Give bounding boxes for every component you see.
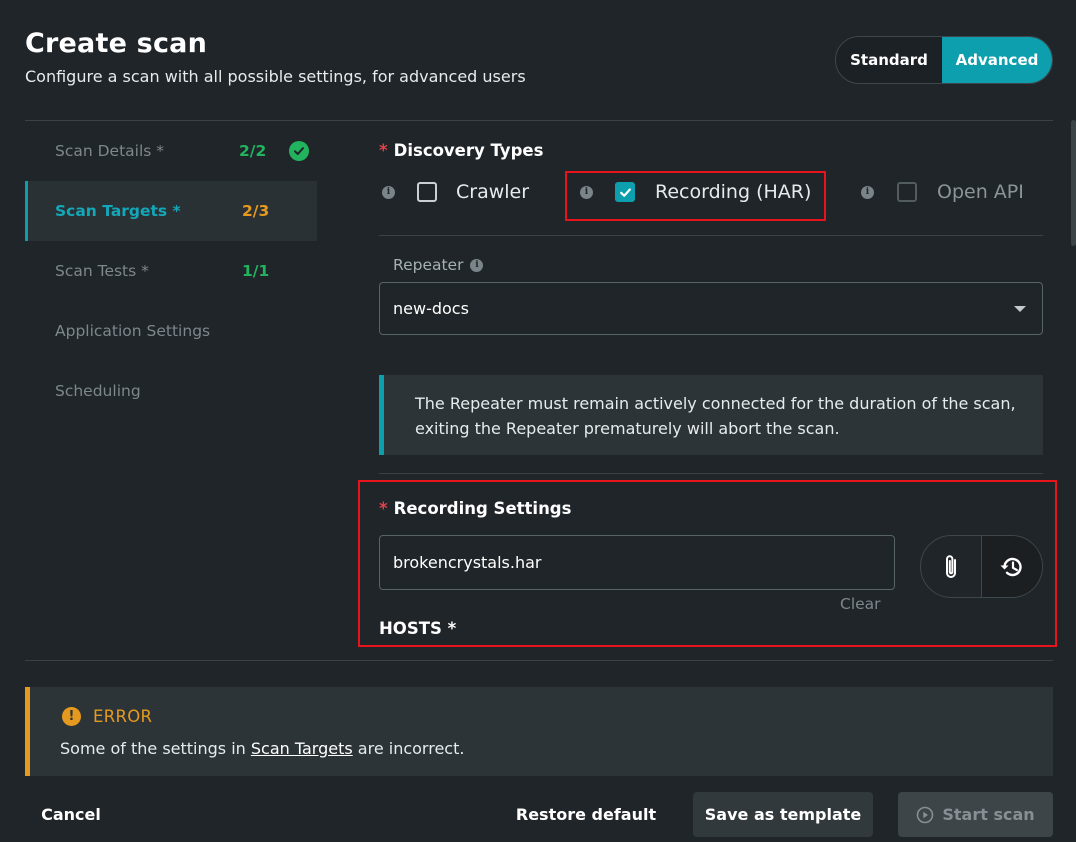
wizard-nav: Scan Details * 2/2 Scan Targets * 2/3 Sc… bbox=[25, 121, 317, 421]
info-icon[interactable]: i bbox=[861, 185, 874, 199]
save-as-template-button[interactable]: Save as template bbox=[693, 792, 873, 837]
check-circle-icon bbox=[289, 141, 309, 161]
recording-har-label[interactable]: Recording (HAR) bbox=[655, 181, 811, 203]
nav-item-scan-details[interactable]: Scan Details * 2/2 bbox=[25, 121, 317, 181]
nav-item-count: 2/2 bbox=[239, 142, 267, 160]
footer-divider bbox=[25, 660, 1053, 661]
nav-item-scan-tests[interactable]: Scan Tests * 1/1 bbox=[25, 241, 317, 301]
error-alert: ! ERROR Some of the settings in Scan Tar… bbox=[25, 687, 1053, 776]
info-icon[interactable]: i bbox=[470, 258, 484, 272]
start-scan-label: Start scan bbox=[942, 805, 1035, 824]
section-divider bbox=[379, 473, 1043, 474]
notice-line: exiting the Repeater prematurely will ab… bbox=[415, 419, 840, 438]
har-file-input[interactable]: brokencrystals.har bbox=[379, 535, 895, 590]
discovery-option-crawler: i Crawler bbox=[382, 181, 532, 203]
nav-item-scheduling[interactable]: Scheduling bbox=[25, 361, 317, 421]
nav-item-count: 2/3 bbox=[242, 202, 270, 220]
info-icon[interactable]: i bbox=[382, 185, 395, 199]
page-subtitle: Configure a scan with all possible setti… bbox=[25, 67, 526, 86]
standard-mode-button[interactable]: Standard bbox=[836, 37, 942, 83]
repeater-label: Repeater i bbox=[393, 256, 484, 274]
file-actions-group bbox=[920, 535, 1043, 598]
repeater-selected-value: new-docs bbox=[393, 299, 469, 318]
info-icon[interactable]: i bbox=[580, 185, 593, 199]
notice-line: The Repeater must remain actively connec… bbox=[415, 394, 1016, 413]
error-message: Some of the settings in Scan Targets are… bbox=[60, 739, 465, 758]
restore-default-button[interactable]: Restore default bbox=[506, 792, 666, 837]
nav-item-application-settings[interactable]: Application Settings bbox=[25, 301, 317, 361]
start-scan-button[interactable]: Start scan bbox=[898, 792, 1053, 837]
discovery-option-recording: i Recording (HAR) bbox=[580, 181, 811, 203]
mode-toggle: Standard Advanced bbox=[835, 36, 1053, 84]
attach-file-button[interactable] bbox=[921, 536, 981, 597]
scrollbar[interactable] bbox=[1071, 120, 1076, 246]
nav-item-count: 1/1 bbox=[242, 262, 270, 280]
advanced-mode-button[interactable]: Advanced bbox=[942, 37, 1052, 83]
exclamation-icon: ! bbox=[62, 707, 81, 726]
paperclip-icon bbox=[946, 554, 956, 578]
section-divider bbox=[379, 235, 1043, 236]
history-icon bbox=[1000, 557, 1022, 576]
nav-item-label: Scan Details * bbox=[55, 142, 165, 160]
nav-item-label: Scan Targets * bbox=[55, 202, 181, 220]
repeater-notice: The Repeater must remain actively connec… bbox=[379, 375, 1043, 455]
required-asterisk: * bbox=[379, 499, 388, 518]
nav-item-label: Scan Tests * bbox=[55, 262, 149, 280]
page-title: Create scan bbox=[25, 28, 207, 59]
nav-item-label: Scheduling bbox=[55, 382, 141, 400]
crawler-checkbox[interactable] bbox=[417, 182, 437, 202]
recording-settings-title: * Recording Settings bbox=[379, 499, 572, 518]
open-api-label: Open API bbox=[937, 181, 1024, 203]
caret-down-icon bbox=[1014, 306, 1026, 312]
scan-targets-link[interactable]: Scan Targets bbox=[251, 739, 353, 758]
hosts-label: HOSTS * bbox=[379, 619, 457, 638]
required-asterisk: * bbox=[379, 141, 388, 160]
error-title: ERROR bbox=[93, 707, 153, 726]
clear-file-link[interactable]: Clear bbox=[840, 595, 881, 613]
recent-files-button[interactable] bbox=[981, 536, 1042, 597]
discovery-types-title: * Discovery Types bbox=[379, 141, 544, 160]
repeater-select[interactable]: new-docs bbox=[379, 282, 1043, 335]
open-api-checkbox[interactable] bbox=[897, 182, 917, 202]
discovery-option-openapi: i Open API bbox=[861, 181, 1024, 203]
cancel-button[interactable]: Cancel bbox=[25, 792, 117, 837]
recording-har-checkbox[interactable] bbox=[615, 182, 635, 202]
play-circle-icon bbox=[917, 806, 934, 823]
nav-item-label: Application Settings bbox=[55, 322, 211, 340]
nav-item-scan-targets[interactable]: Scan Targets * 2/3 bbox=[25, 181, 317, 241]
har-file-name: brokencrystals.har bbox=[393, 553, 542, 572]
crawler-label[interactable]: Crawler bbox=[456, 181, 529, 203]
